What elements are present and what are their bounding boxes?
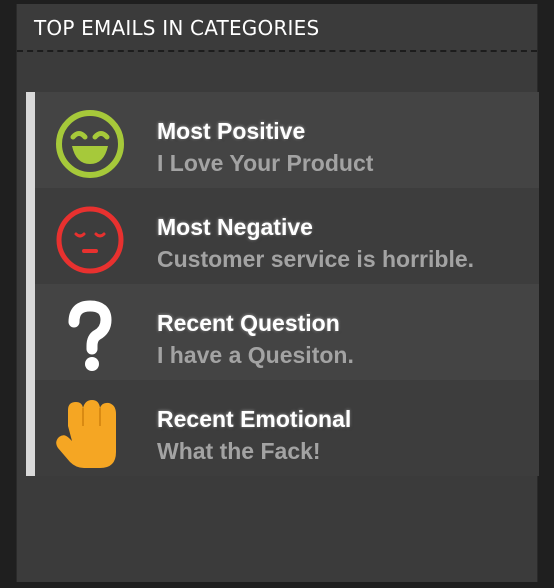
email-category-list: Most Positive I Love Your Product Most N… (26, 92, 539, 476)
sad-face-icon (56, 206, 124, 274)
list-item-recent-question[interactable]: Recent Question I have a Quesiton. (35, 284, 539, 380)
item-subtitle: I Love Your Product (157, 150, 374, 176)
item-title: Most Positive (157, 118, 306, 144)
list-item-most-negative[interactable]: Most Negative Customer service is horrib… (35, 188, 539, 284)
item-title: Recent Question (157, 310, 340, 336)
top-emails-panel: TOP EMAILS IN CATEGORIES Most Positive I… (16, 4, 539, 582)
item-title: Most Negative (157, 214, 313, 240)
item-subtitle: I have a Quesiton. (157, 342, 354, 368)
panel-title: TOP EMAILS IN CATEGORIES (34, 16, 320, 40)
fist-icon (56, 400, 116, 468)
question-mark-icon (68, 300, 112, 371)
list-item-most-positive[interactable]: Most Positive I Love Your Product (35, 92, 539, 188)
list-item-recent-emotional[interactable]: Recent Emotional What the Fack! (35, 380, 539, 476)
happy-face-icon (56, 110, 124, 178)
item-subtitle: Customer service is horrible. (157, 246, 475, 272)
panel-header: TOP EMAILS IN CATEGORIES (17, 4, 537, 52)
item-title: Recent Emotional (157, 406, 352, 432)
item-subtitle: What the Fack! (157, 438, 321, 464)
